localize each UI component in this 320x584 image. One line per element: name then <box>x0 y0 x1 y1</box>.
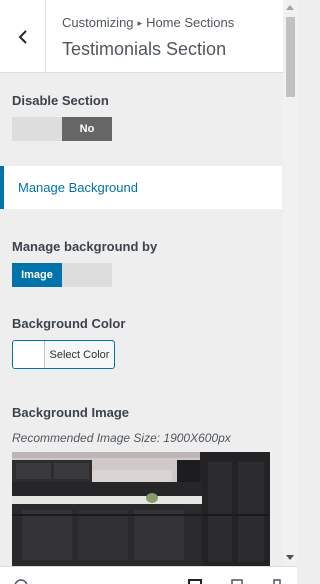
disable-section-toggle[interactable]: No <box>12 117 112 141</box>
manage-background-by-toggle[interactable]: Image <box>12 263 112 287</box>
color-swatch[interactable] <box>13 341 45 368</box>
select-color-button[interactable]: Select Color <box>12 340 115 369</box>
chevron-left-icon <box>18 29 27 44</box>
image-size-description: Recommended Image Size: 1900X600px <box>12 431 231 445</box>
scroll-thumb[interactable] <box>286 17 295 97</box>
breadcrumb: Customizing ▸ Home Sections <box>62 15 234 30</box>
disable-section-label: Disable Section <box>12 93 109 108</box>
manage-background-by-label: Manage background by <box>12 239 158 254</box>
scroll-up-arrow-icon[interactable] <box>286 5 294 10</box>
select-color-label: Select Color <box>49 348 110 361</box>
back-button[interactable] <box>0 0 46 73</box>
customizer-footer <box>0 566 297 584</box>
toggle-off-segment[interactable] <box>12 117 62 141</box>
customizer-header: Customizing ▸ Home Sections Testimonials S… <box>0 0 283 73</box>
section-title: Testimonials Section <box>62 39 227 59</box>
toggle-image-segment[interactable]: Image <box>12 263 62 287</box>
background-color-label: Background Color <box>12 316 126 331</box>
toggle-on-segment[interactable]: No <box>62 117 112 141</box>
breadcrumb-leaf: Home Sections <box>146 15 235 30</box>
mobile-preview-icon[interactable] <box>272 579 282 584</box>
scroll-down-arrow-icon[interactable] <box>286 555 294 560</box>
collapse-sidebar-icon[interactable] <box>14 579 28 584</box>
toggle-other-segment[interactable] <box>62 263 112 287</box>
tablet-preview-icon[interactable] <box>230 579 244 584</box>
breadcrumb-separator: ▸ <box>137 18 143 28</box>
background-image-preview[interactable] <box>12 452 270 566</box>
kitchen-photo <box>12 452 270 566</box>
manage-background-panel[interactable]: Manage Background <box>0 166 282 209</box>
background-image-label: Background Image <box>12 405 130 420</box>
breadcrumb-root: Customizing <box>62 15 134 30</box>
manage-background-panel-label: Manage Background <box>18 180 138 195</box>
desktop-preview-icon[interactable] <box>188 579 202 584</box>
vertical-scrollbar[interactable] <box>283 0 297 566</box>
